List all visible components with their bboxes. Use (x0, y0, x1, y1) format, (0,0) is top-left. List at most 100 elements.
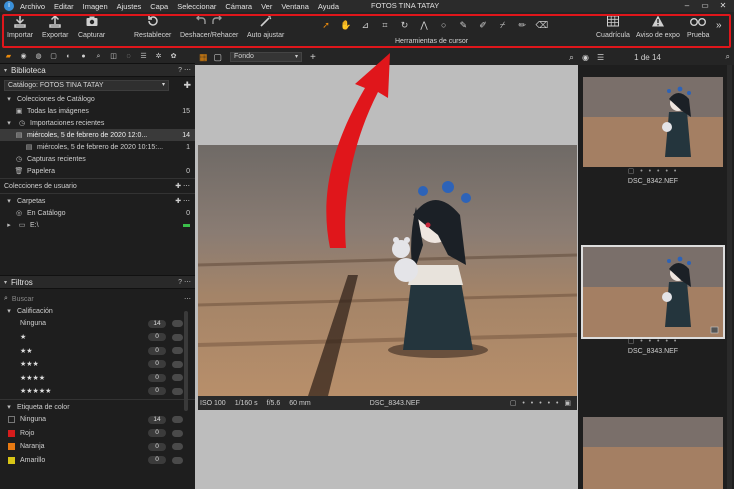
eraser-icon[interactable]: ⌫ (534, 20, 550, 31)
close-icon[interactable]: ✕ (714, 0, 732, 12)
catalog-select[interactable]: Catálogo: FOTOS TINA TATAY ▾ (4, 79, 169, 91)
color-toggle[interactable] (172, 443, 183, 451)
all-images-item[interactable]: ▣ Todas las imágenes 15 (0, 105, 195, 117)
proof-button[interactable]: Prueba (687, 14, 710, 39)
exposure-tab-icon[interactable]: ◐ (63, 52, 74, 61)
add-folder-icon[interactable]: ✚ ⋯ (175, 197, 190, 205)
thumbnail-rating-dots[interactable]: ▢ • • • • • (583, 167, 723, 175)
camera-tab-icon[interactable]: ◉ (18, 52, 29, 61)
rating-row-none[interactable]: Ninguna 14 (0, 317, 195, 331)
browser-search-icon[interactable]: ⌕ (726, 52, 730, 62)
user-collections-header[interactable]: Colecciones de usuario ✚ ⋯ (0, 180, 195, 192)
import-button[interactable]: Importar (7, 14, 33, 39)
menu-ventana[interactable]: Ventana (281, 2, 309, 11)
library-panel-header[interactable]: ▾ Biblioteca ? ⋯ (0, 63, 195, 77)
maximize-icon[interactable]: ▭ (696, 0, 714, 12)
color-picker-icon[interactable]: ✎ (455, 20, 471, 31)
folders-header[interactable]: ▾ Carpetas ✚ ⋯ (0, 195, 195, 207)
rating-row-2[interactable]: ★★ 0 (0, 344, 195, 358)
search-tab-icon[interactable]: ⌕ (93, 52, 104, 61)
menu-ajustes[interactable]: Ajustes (117, 2, 142, 11)
library-tab-icon[interactable]: ▰ (3, 52, 14, 61)
add-catalog-icon[interactable]: ✚ (183, 80, 191, 91)
panel-options-icon[interactable]: ? ⋯ (178, 66, 191, 74)
color-label-header[interactable]: ▾ Etiqueta de color (0, 401, 195, 413)
rating-toggle[interactable] (172, 374, 183, 382)
single-view-icon[interactable]: ▢ (214, 52, 223, 63)
crop-icon[interactable]: ⌗ (377, 20, 393, 31)
menu-seleccionar[interactable]: Seleccionar (177, 2, 216, 11)
thumbnail-item[interactable] (583, 417, 723, 489)
details-tab-icon[interactable]: ◫ (108, 52, 119, 61)
color-toggle[interactable] (172, 416, 183, 424)
color-tab-icon[interactable]: ● (78, 52, 89, 61)
thumbnail-item-selected[interactable]: ▢ • • • • • DSC_8343.NEF (581, 245, 725, 355)
recent-captures-item[interactable]: ◷ Capturas recientes (0, 153, 195, 165)
app-logo-icon[interactable]: i (4, 1, 14, 11)
background-select[interactable]: Fondo ▾ (230, 52, 303, 62)
transform-icon[interactable]: ⊿ (357, 20, 373, 31)
color-toggle[interactable] (172, 429, 183, 437)
filters-scrollbar[interactable] (184, 311, 188, 411)
toolbar-overflow-button[interactable]: » (716, 20, 722, 31)
rating-toggle[interactable] (172, 360, 183, 368)
in-catalog-item[interactable]: ◎ En Catálogo 0 (0, 207, 195, 219)
reset-button[interactable]: Restablecer (134, 14, 171, 39)
menu-imagen[interactable]: Imagen (83, 2, 108, 11)
rating-row-3[interactable]: ★★★ 0 (0, 358, 195, 372)
grid-button[interactable]: Cuadrícula (596, 14, 630, 39)
trash-item[interactable]: 🗑 Papelera 0 (0, 165, 195, 177)
rating-toggle[interactable] (172, 333, 183, 341)
add-collection-icon[interactable]: ✚ ⋯ (175, 182, 190, 190)
color-row-yellow[interactable]: Amarillo 0 (0, 454, 195, 468)
menu-ver[interactable]: Ver (261, 2, 272, 11)
rating-row-5[interactable]: ★★★★★ 0 (0, 385, 195, 399)
color-row-orange[interactable]: Naranja 0 (0, 440, 195, 454)
menu-camara[interactable]: Cámara (225, 2, 252, 11)
zoom-search-icon[interactable]: ⌕ (569, 52, 574, 63)
rating-toggle[interactable] (172, 320, 183, 328)
select-cursor-icon[interactable]: ➚ (318, 20, 334, 31)
menu-editar[interactable]: Editar (54, 2, 74, 11)
lens-tab-icon[interactable]: ◍ (33, 52, 44, 61)
spot-removal-icon[interactable]: ○ (436, 20, 452, 30)
styles-tab-icon[interactable]: ✿ (168, 52, 179, 61)
metadata-tab-icon[interactable]: ◌ (123, 52, 134, 61)
hand-pan-icon[interactable]: ✋ (338, 20, 354, 31)
import-item-1[interactable]: ▤ miércoles, 5 de febrero de 2020 12:0..… (0, 129, 195, 141)
drive-item[interactable]: ▸ ▭ E:\ (0, 219, 195, 231)
exposure-warning-button[interactable]: Aviso de expo (636, 14, 680, 39)
import-item-2[interactable]: ▤ miércoles, 5 de febrero de 2020 10:15:… (0, 141, 195, 153)
undo-redo-button[interactable]: Deshacer/Rehacer (180, 14, 238, 39)
auto-adjust-button[interactable]: Auto ajustar (247, 14, 284, 39)
composition-tab-icon[interactable]: ▢ (48, 52, 59, 61)
panel-options-icon[interactable]: ? ⋯ (178, 278, 191, 286)
export-button[interactable]: Exportar (42, 14, 68, 39)
menu-archivo[interactable]: Archivo (20, 2, 45, 11)
eye-icon[interactable]: ◉ (582, 53, 589, 62)
annotation-icon[interactable]: ✏ (514, 20, 530, 31)
thumbnail-item[interactable]: ▢ • • • • • DSC_8342.NEF (583, 77, 723, 185)
color-toggle[interactable] (172, 456, 183, 464)
gradient-icon[interactable]: ⌿ (495, 20, 511, 31)
color-row-none[interactable]: Ninguna 14 (0, 413, 195, 427)
rating-toggle[interactable] (172, 347, 183, 355)
menu-icon[interactable]: ☰ (597, 53, 604, 62)
browser-scrollbar[interactable] (727, 65, 732, 489)
rating-dots[interactable]: ▢ • • • • • ▣ (510, 399, 573, 407)
settings-tab-icon[interactable]: ✲ (153, 52, 164, 61)
output-tab-icon[interactable]: ☰ (138, 52, 149, 61)
rotate-icon[interactable]: ↻ (397, 20, 413, 31)
minimize-icon[interactable]: – (678, 0, 696, 12)
recent-imports-item[interactable]: ▾ ◷ Importaciones recientes (0, 117, 195, 129)
capture-button[interactable]: Capturar (78, 14, 105, 39)
menu-ayuda[interactable]: Ayuda (318, 2, 339, 11)
rating-row-1[interactable]: ★ 0 (0, 331, 195, 345)
filters-panel-header[interactable]: ▾ Filtros ? ⋯ (0, 275, 195, 289)
menu-capa[interactable]: Capa (150, 2, 168, 11)
rating-toggle[interactable] (172, 387, 183, 395)
grid-view-icon[interactable]: ▦ (199, 52, 208, 63)
brush-icon[interactable]: ✐ (475, 20, 491, 31)
more-icon[interactable]: ⋯ (184, 295, 191, 303)
color-row-red[interactable]: Rojo 0 (0, 427, 195, 441)
